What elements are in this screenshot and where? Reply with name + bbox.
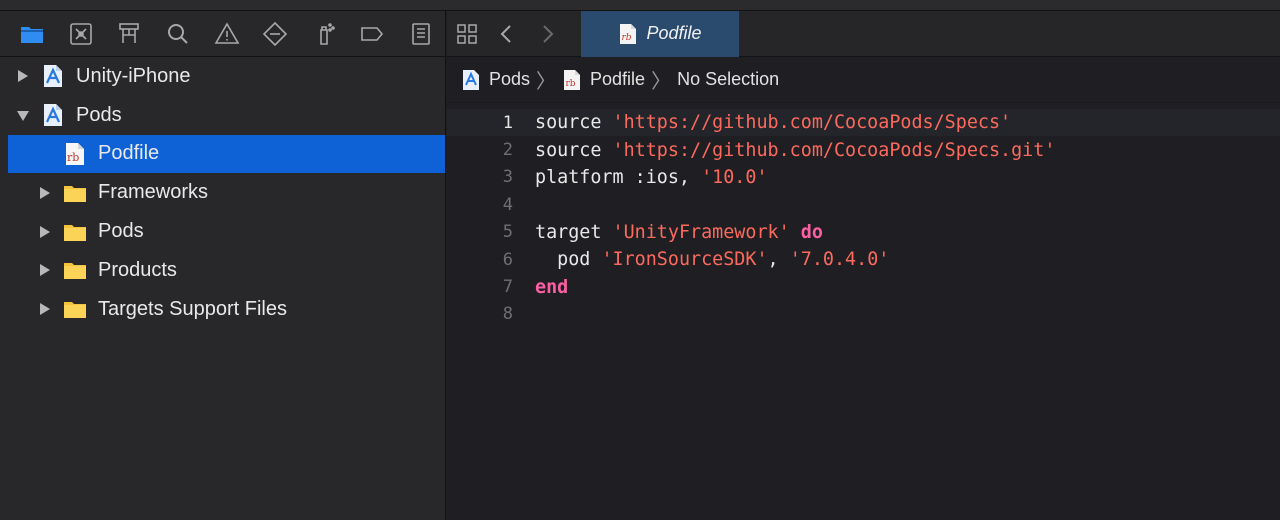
string-token: 'IronSourceSDK' [601, 249, 768, 271]
breadcrumb-separator: 〉 [651, 71, 672, 93]
line-number: 5 [502, 222, 513, 243]
folder-icon [62, 219, 88, 245]
spray-icon[interactable] [299, 11, 348, 57]
code-line[interactable]: 7 end [447, 273, 1280, 300]
related-items-icon[interactable] [447, 11, 487, 57]
ruby-file-icon: rb [564, 69, 581, 90]
navigator-sidebar: Unity-iPhone Pods rb Podfile Frameworks Pods P… [0, 11, 446, 520]
line-number: 3 [502, 167, 513, 188]
xcode-project-icon [463, 69, 479, 90]
code-content: end [535, 277, 568, 298]
warning-icon[interactable] [202, 11, 251, 57]
code-line[interactable]: 6 pod 'IronSourceSDK', '7.0.4.0' [447, 246, 1280, 273]
source-control-icon[interactable] [57, 11, 106, 57]
tree-item[interactable]: rb Podfile [8, 134, 445, 174]
code-line[interactable]: 3 platform :ios, '10.0' [447, 164, 1280, 191]
ruby-file-icon: rb [62, 141, 88, 167]
code-content: pod 'IronSourceSDK', '7.0.4.0' [535, 249, 889, 270]
test-diamond-icon[interactable] [251, 11, 300, 57]
line-number: 6 [502, 249, 513, 270]
code-line[interactable]: 2 source 'https://github.com/CocoaPods/Sp… [447, 136, 1280, 163]
line-number: 7 [502, 277, 513, 298]
code-line[interactable]: 8 [447, 301, 1280, 328]
folder-icon [62, 296, 88, 322]
tree-item-label: Products [98, 258, 177, 281]
source-editor: rb Podfile Pods 〉 rb Podfile 〉 No Select… [447, 10, 1280, 520]
svg-text:rb: rb [566, 79, 576, 89]
disclosure-closed-icon[interactable] [36, 261, 54, 279]
navigator-tab-bar [0, 11, 445, 57]
hierarchy-icon[interactable] [105, 11, 154, 57]
disclosure-closed-icon[interactable] [14, 67, 32, 85]
jump-bar: Pods 〉 rb Podfile 〉 No Selection [447, 57, 1280, 103]
disclosure-closed-icon[interactable] [36, 300, 54, 318]
xcode-project-icon [40, 102, 66, 128]
code-area[interactable]: 1 source 'https://github.com/CocoaPods/Sp… [447, 103, 1280, 328]
breadcrumb-file[interactable]: rb Podfile [562, 69, 645, 91]
code-token: pod [535, 249, 602, 271]
tree-item-label: Pods [76, 103, 122, 126]
ruby-file-icon: rb [620, 23, 637, 44]
code-token: platform :ios, [535, 166, 702, 188]
line-number: 1 [502, 112, 513, 133]
tree-item[interactable]: Pods [0, 96, 445, 135]
disclosure-closed-icon[interactable] [36, 223, 54, 241]
search-icon[interactable] [154, 11, 203, 57]
project-tree: Unity-iPhone Pods rb Podfile Frameworks Pods P… [0, 57, 445, 329]
report-icon[interactable] [397, 11, 446, 57]
code-token: source [535, 112, 613, 134]
svg-text:rb: rb [67, 151, 79, 164]
folder-icon [62, 180, 88, 206]
breadcrumb-selection[interactable]: No Selection [677, 69, 779, 90]
code-content: source 'https://github.com/CocoaPods/Spe… [535, 112, 1011, 133]
tree-item-label: Frameworks [98, 181, 209, 204]
tree-item[interactable]: Pods [0, 212, 445, 251]
tree-item-label: Pods [98, 220, 144, 243]
tree-item[interactable]: Targets Support Files [0, 290, 445, 329]
string-token: 'UnityFramework' [612, 221, 790, 243]
folder-icon[interactable] [8, 11, 57, 57]
breadcrumb-separator: 〉 [536, 71, 557, 93]
breakpoint-tag-icon[interactable] [348, 11, 397, 57]
code-content: platform :ios, '10.0' [535, 167, 768, 188]
keyword-token: do [800, 221, 823, 243]
tab-title: Podfile [646, 23, 702, 43]
disclosure-open-icon[interactable] [14, 106, 32, 124]
tree-item-label: Unity-iPhone [76, 64, 191, 87]
code-line[interactable]: 1 source 'https://github.com/CocoaPods/Sp… [447, 109, 1280, 137]
xcode-project-icon [40, 63, 66, 89]
folder-icon [62, 257, 88, 283]
line-number: 8 [502, 304, 513, 325]
line-number: 2 [502, 140, 513, 161]
string-token: '10.0' [701, 166, 768, 188]
svg-text:rb: rb [622, 33, 632, 43]
tab-podfile[interactable]: rb Podfile [581, 10, 739, 57]
breadcrumb-project[interactable]: Pods [461, 69, 530, 91]
code-content: target 'UnityFramework' do [535, 222, 823, 243]
tree-item-label: Podfile [98, 142, 160, 165]
tree-item[interactable]: Unity-iPhone [0, 57, 445, 96]
string-token: 'https://github.com/CocoaPods/Specs.git' [612, 139, 1056, 161]
tree-item-label: Targets Support Files [98, 297, 287, 320]
editor-tab-bar: rb Podfile [447, 10, 1280, 57]
string-token: '7.0.4.0' [789, 249, 890, 271]
code-content: source 'https://github.com/CocoaPods/Spe… [535, 140, 1055, 161]
keyword-token: end [535, 276, 569, 298]
code-token: source [535, 139, 613, 161]
disclosure-placeholder [36, 145, 54, 163]
code-line[interactable]: 4 [447, 191, 1280, 218]
chevron-left-icon[interactable] [487, 11, 527, 57]
string-token: 'https://github.com/CocoaPods/Specs' [612, 112, 1012, 134]
line-number: 4 [502, 194, 513, 215]
chevron-right-icon[interactable] [527, 11, 567, 57]
code-token: , [767, 249, 790, 271]
disclosure-closed-icon[interactable] [36, 184, 54, 202]
tree-item[interactable]: Products [0, 251, 445, 290]
tree-item[interactable]: Frameworks [0, 173, 445, 212]
window-top-edge [0, 0, 1280, 11]
code-line[interactable]: 5 target 'UnityFramework' do [447, 219, 1280, 246]
code-token: target [535, 221, 613, 243]
